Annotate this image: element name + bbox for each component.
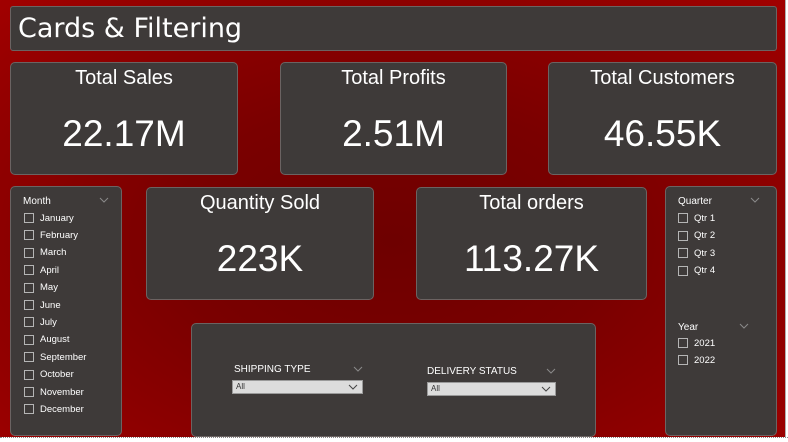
- page-boundary: [0, 437, 788, 438]
- total-profits-card[interactable]: Total Profits 2.51M: [280, 62, 507, 175]
- card-label: Total orders: [479, 192, 584, 214]
- slicer-item[interactable]: 2021: [678, 336, 715, 350]
- total-customers-card[interactable]: Total Customers 46.55K: [548, 62, 777, 175]
- slicer-item[interactable]: April: [24, 263, 59, 277]
- slicer-item[interactable]: Qtr 1: [678, 211, 715, 225]
- slicer-item[interactable]: Qtr 3: [678, 246, 715, 260]
- checkbox-icon[interactable]: [678, 213, 688, 223]
- checkbox-icon[interactable]: [678, 355, 688, 365]
- dropdown-value: All: [236, 382, 245, 391]
- quantity-sold-card[interactable]: Quantity Sold 223K: [146, 187, 374, 300]
- slicer-item-label: November: [40, 386, 84, 398]
- slicer-item-label: May: [40, 282, 58, 294]
- checkbox-icon[interactable]: [24, 265, 34, 276]
- slicer-item[interactable]: December: [24, 402, 84, 416]
- card-value: 22.17M: [62, 113, 186, 154]
- page-title: Cards & Filtering: [18, 13, 243, 44]
- slicer-item-label: September: [40, 351, 87, 363]
- checkbox-icon[interactable]: [24, 369, 34, 380]
- slicer-item-label: June: [40, 299, 61, 311]
- delivery-status-dropdown[interactable]: All: [427, 382, 556, 396]
- checkbox-icon[interactable]: [678, 338, 688, 348]
- checkbox-icon[interactable]: [24, 230, 34, 241]
- slicer-item[interactable]: June: [24, 298, 61, 312]
- canvas-edge: [785, 0, 786, 437]
- card-label: Total Customers: [590, 67, 735, 89]
- card-value: 2.51M: [342, 113, 445, 154]
- checkbox-icon[interactable]: [24, 282, 34, 293]
- slicer-item[interactable]: January: [24, 211, 74, 225]
- slicer-item[interactable]: Qtr 2: [678, 229, 715, 243]
- quarter-year-slicer-panel: Quarter Qtr 1 Qtr 2 Qtr 3 Qtr 4 Year 2021 20…: [665, 186, 777, 436]
- slicer-item-label: Qtr 1: [694, 212, 716, 224]
- slicer-item-label: December: [40, 403, 84, 415]
- card-value: 46.55K: [603, 113, 722, 154]
- checkbox-icon[interactable]: [24, 404, 34, 415]
- slicer-item[interactable]: Qtr 4: [678, 264, 715, 278]
- chevron-down-icon[interactable]: [352, 364, 364, 374]
- checkbox-icon[interactable]: [24, 247, 34, 258]
- slicer-item-label: February: [40, 229, 79, 241]
- slicer-item[interactable]: March: [24, 246, 66, 260]
- card-label: Quantity Sold: [199, 192, 321, 214]
- chevron-down-icon[interactable]: [749, 195, 761, 205]
- shipping-type-label: SHIPPING TYPE: [234, 364, 311, 375]
- slicer-item-label: July: [40, 316, 57, 328]
- slicer-item[interactable]: July: [24, 315, 57, 329]
- checkbox-icon[interactable]: [24, 387, 34, 397]
- slicer-item[interactable]: February: [24, 228, 78, 242]
- checkbox-icon[interactable]: [24, 317, 34, 328]
- slicer-item-label: March: [40, 247, 67, 259]
- slicer-item[interactable]: October: [24, 368, 74, 382]
- shipping-type-dropdown[interactable]: All: [232, 380, 363, 394]
- checkbox-icon[interactable]: [24, 334, 34, 345]
- delivery-status-label: DELIVERY STATUS: [427, 366, 517, 377]
- checkbox-icon[interactable]: [24, 213, 34, 223]
- slicer-item[interactable]: November: [24, 385, 84, 399]
- slicer-item[interactable]: May: [24, 281, 58, 295]
- slicer-header: Month: [23, 196, 51, 207]
- slicer-item[interactable]: August: [24, 333, 70, 347]
- slicer-item[interactable]: 2022: [678, 353, 715, 367]
- chevron-down-icon[interactable]: [545, 366, 557, 376]
- slicer-item-label: January: [40, 212, 74, 224]
- total-orders-card[interactable]: Total orders 113.27K: [416, 187, 647, 300]
- dropdown-value: All: [431, 384, 440, 393]
- slicer-item-label: October: [40, 369, 74, 381]
- slicer-header: Quarter: [678, 196, 712, 207]
- slicer-item-label: 2022: [694, 354, 716, 366]
- slicer-header: Year: [678, 322, 699, 333]
- slicer-item-label: April: [40, 264, 60, 276]
- chevron-down-icon: [541, 386, 551, 392]
- chevron-down-icon[interactable]: [98, 195, 110, 205]
- title-bar: Cards & Filtering: [10, 6, 777, 51]
- slicer-item-label: August: [40, 334, 70, 346]
- month-slicer[interactable]: Month January February March April May June Ju…: [10, 186, 122, 436]
- card-value: 113.27K: [463, 238, 600, 279]
- checkbox-icon[interactable]: [678, 248, 688, 258]
- card-value: 223K: [216, 238, 304, 279]
- chevron-down-icon[interactable]: [738, 321, 750, 331]
- card-label: Total Sales: [75, 67, 173, 89]
- slicer-item-label: Qtr 3: [694, 247, 716, 259]
- checkbox-icon[interactable]: [24, 300, 34, 310]
- total-sales-card[interactable]: Total Sales 22.17M: [10, 62, 238, 175]
- filter-dropdowns-panel: SHIPPING TYPE All DELIVERY STATUS All: [191, 323, 596, 437]
- slicer-item[interactable]: September: [24, 350, 86, 364]
- card-label: Total Profits: [341, 67, 446, 89]
- checkbox-icon[interactable]: [24, 352, 34, 363]
- slicer-item-label: Qtr 2: [694, 230, 716, 241]
- slicer-item-label: 2021: [694, 337, 716, 349]
- checkbox-icon[interactable]: [678, 265, 688, 276]
- slicer-item-label: Qtr 4: [694, 265, 716, 276]
- chevron-down-icon: [348, 384, 358, 390]
- checkbox-icon[interactable]: [678, 230, 688, 241]
